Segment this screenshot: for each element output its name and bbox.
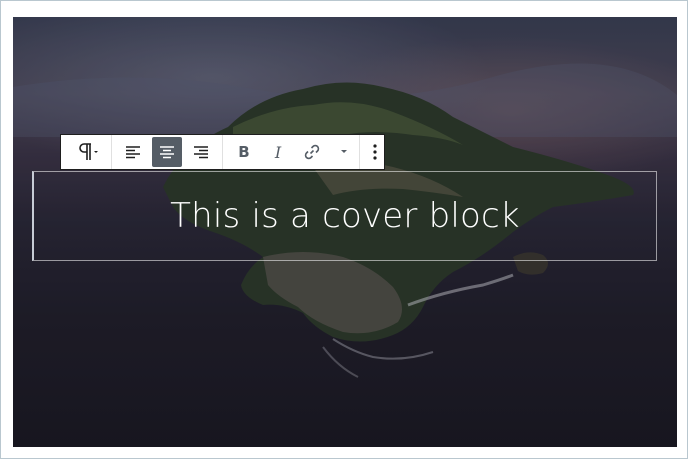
align-left-button[interactable] <box>118 137 148 167</box>
block-toolbar: B I <box>60 134 385 170</box>
more-rich-text-button[interactable] <box>335 137 353 167</box>
cover-heading-text[interactable]: This is a cover block <box>170 196 520 236</box>
block-type-group <box>61 135 112 169</box>
align-center-button[interactable] <box>152 137 182 167</box>
formatting-group: B I <box>223 135 360 169</box>
italic-button[interactable]: I <box>263 137 293 167</box>
align-right-icon <box>193 145 209 159</box>
chevron-down-icon <box>340 149 348 155</box>
align-left-icon <box>125 145 141 159</box>
cover-text-block[interactable]: This is a cover block <box>32 171 657 261</box>
editor-frame: B I This is a cover block <box>0 0 688 459</box>
more-options-button[interactable] <box>366 137 384 167</box>
bold-button[interactable]: B <box>229 137 259 167</box>
link-button[interactable] <box>297 137 327 167</box>
align-right-button[interactable] <box>186 137 216 167</box>
more-vertical-icon <box>373 144 377 160</box>
options-group <box>360 135 390 169</box>
paragraph-icon <box>74 142 98 162</box>
bold-label: B <box>238 143 250 161</box>
italic-label: I <box>274 142 282 162</box>
alignment-group <box>112 135 223 169</box>
paragraph-button[interactable] <box>67 137 105 167</box>
align-center-icon <box>159 145 175 159</box>
link-icon <box>303 143 321 161</box>
